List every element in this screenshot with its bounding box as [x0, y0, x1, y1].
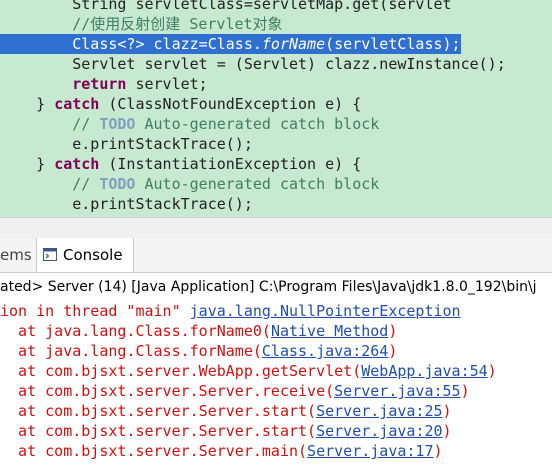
code-token: //	[72, 175, 100, 193]
source-link[interactable]: Server.java:55	[334, 382, 460, 400]
code-token: e.printStackTrace();	[72, 135, 253, 153]
source-link[interactable]: WebApp.java:54	[361, 362, 487, 380]
code-line[interactable]: Class<?> clazz=Class.forName(servletClas…	[0, 34, 461, 54]
code-token: //	[72, 115, 100, 133]
tab-console[interactable]: Console	[36, 238, 134, 272]
trace-text: )	[388, 322, 398, 340]
trace-text: )	[442, 402, 452, 420]
stack-trace-line: at com.bjsxt.server.WebApp.getServlet(We…	[0, 361, 497, 381]
source-link[interactable]: Server.java:20	[316, 422, 442, 440]
code-text: Servlet servlet = (Servlet) clazz.newIns…	[72, 55, 505, 73]
stack-trace-line: at com.bjsxt.server.Server.receive(Serve…	[0, 381, 470, 401]
code-text: //使用反射创建 Servlet对象	[72, 15, 282, 33]
code-token: e.printStackTrace();	[72, 195, 253, 213]
stack-trace-line: at com.bjsxt.server.Server.start(Server.…	[0, 421, 452, 441]
code-editor[interactable]: String servletClass=servletMap.get(servl…	[0, 0, 552, 217]
code-text: } catch (ClassNotFoundException e) {	[36, 95, 361, 113]
code-line[interactable]: e.printStackTrace();	[0, 134, 253, 154]
panel-divider[interactable]	[0, 217, 552, 238]
code-token: TODO	[99, 115, 136, 133]
trace-text: at java.lang.Class.forName(	[0, 342, 262, 360]
code-token: Auto-generated catch block	[135, 115, 380, 133]
code-token: Auto-generated catch block	[135, 175, 380, 193]
source-link[interactable]: Server.java:25	[316, 402, 442, 420]
code-token: Class<?> clazz=Class.	[72, 35, 262, 53]
trace-text: )	[460, 382, 470, 400]
console-icon	[43, 248, 57, 261]
trace-text: at com.bjsxt.server.Server.start(	[0, 402, 317, 420]
view-tab-bar: ems Console	[0, 238, 552, 273]
code-line[interactable]: } catch (ClassNotFoundException e) {	[0, 94, 361, 114]
code-text: // TODO Auto-generated catch block	[72, 175, 379, 193]
exception-line: ion in thread "main" java.lang.NullPoint…	[0, 301, 461, 321]
code-text: e.printStackTrace();	[72, 135, 253, 153]
stack-trace-line: at java.lang.Class.forName0(Native Metho…	[0, 321, 397, 341]
trace-text: at com.bjsxt.server.Server.receive(	[0, 382, 335, 400]
trace-text: at java.lang.Class.forName0(	[0, 322, 271, 340]
tab-problems-label: ems	[0, 246, 32, 264]
code-line[interactable]: //使用反射创建 Servlet对象	[0, 14, 282, 34]
code-token: servlet;	[126, 75, 208, 93]
code-text: e.printStackTrace();	[72, 195, 253, 213]
console-output[interactable]: ion in thread "main" java.lang.NullPoint…	[0, 301, 552, 471]
trace-text: )	[487, 362, 497, 380]
trace-text: )	[388, 342, 398, 360]
code-token: (InstantiationException e) {	[99, 155, 362, 173]
code-line[interactable]: // TODO Auto-generated catch block	[0, 174, 379, 194]
code-token: //使用反射创建 Servlet对象	[72, 15, 283, 33]
code-text: // TODO Auto-generated catch block	[72, 115, 379, 133]
code-text: String servletClass=servletMap.get(servl…	[72, 0, 451, 13]
code-token: }	[36, 155, 55, 173]
tab-problems[interactable]: ems	[0, 238, 32, 272]
code-text: } catch (InstantiationException e) {	[36, 155, 361, 173]
code-line[interactable]: Servlet servlet = (Servlet) clazz.newIns…	[0, 54, 505, 74]
console-status: ated> Server (14) [Java Application] C:\…	[0, 279, 537, 295]
stack-trace-line: at java.lang.Class.forName(Class.java:26…	[0, 341, 397, 361]
trace-text: ion in thread "main"	[0, 302, 190, 320]
code-line[interactable]: // TODO Auto-generated catch block	[0, 114, 379, 134]
trace-text: at com.bjsxt.server.WebApp.getServlet(	[0, 362, 362, 380]
source-link[interactable]: Server.java:17	[307, 442, 433, 460]
code-token: Servlet servlet = (Servlet) clazz.newIns…	[72, 55, 506, 73]
stack-trace-line: at com.bjsxt.server.Server.start(Server.…	[0, 401, 452, 421]
source-link[interactable]: java.lang.NullPointerException	[190, 302, 461, 320]
trace-text: )	[442, 422, 452, 440]
code-line[interactable]: e.printStackTrace();	[0, 194, 253, 214]
code-line[interactable]: return servlet;	[0, 74, 207, 94]
tab-console-label: Console	[63, 246, 123, 264]
source-link[interactable]: Class.java:264	[262, 342, 388, 360]
code-text: return servlet;	[72, 75, 207, 93]
code-line[interactable]: String servletClass=servletMap.get(servl…	[0, 0, 451, 14]
code-token: (ClassNotFoundException e) {	[99, 95, 362, 113]
trace-text: at com.bjsxt.server.Server.main(	[0, 442, 308, 460]
code-token: String servletClass=servletMap.get(servl…	[72, 0, 452, 13]
trace-text: )	[433, 442, 443, 460]
code-token: forName	[261, 35, 326, 53]
code-token: return	[72, 75, 127, 93]
selected-code: Class<?> clazz=Class.forName(servletClas…	[72, 35, 461, 53]
code-token: TODO	[99, 175, 136, 193]
code-token: (servletClass);	[325, 35, 461, 53]
code-token: catch	[54, 155, 100, 173]
source-link[interactable]: Native Method	[271, 322, 388, 340]
code-line[interactable]: } catch (InstantiationException e) {	[0, 154, 361, 174]
stack-trace-line: at com.bjsxt.server.Server.main(Server.j…	[0, 441, 443, 461]
code-token: catch	[54, 95, 100, 113]
code-token: }	[36, 95, 55, 113]
trace-text: at com.bjsxt.server.Server.start(	[0, 422, 317, 440]
